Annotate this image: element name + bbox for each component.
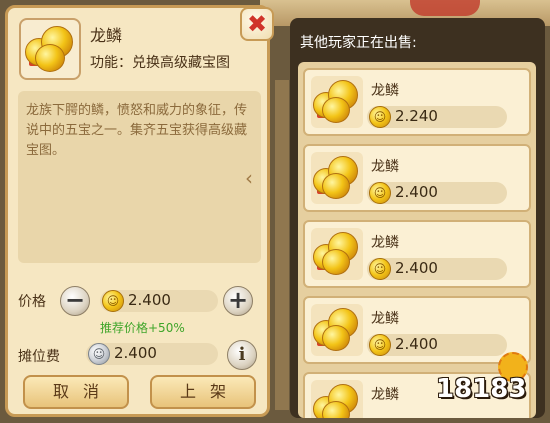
silver-coin-icon: ☺ [88, 343, 110, 365]
recommended-price-hint: 推荐价格+50% [100, 321, 185, 335]
dragon-scale-icon [311, 380, 363, 418]
dragon-scale-icon [25, 26, 75, 72]
dragon-scale-icon [311, 228, 363, 280]
listing-price-field: ☺ 2.400 [367, 182, 507, 204]
dragon-scale-icon [311, 76, 363, 128]
increase-price-button[interactable]: + [223, 286, 253, 316]
market-title: 其他玩家正在出售: [300, 35, 417, 51]
listing-item-name: 龙鳞 [371, 311, 399, 327]
listing-price: 2.400 [395, 183, 438, 201]
price-label: 价格 [18, 294, 46, 310]
listing-item-name: 龙鳞 [371, 235, 399, 251]
listing-price: 2.240 [395, 107, 438, 125]
collapse-arrow-icon[interactable]: ‹ [245, 166, 253, 190]
market-listing[interactable]: 龙鳞 ☺ 2.400 [303, 144, 531, 212]
stall-fee-field: ☺ 2.400 [86, 343, 218, 365]
dragon-scale-icon [311, 152, 363, 204]
close-button[interactable]: ✖ [240, 7, 274, 41]
listing-item-name: 龙鳞 [371, 387, 399, 403]
description-box: 龙族下腭的鳞，愤怒和威力的象征，传说中的五宝之一。集齐五宝获得高级藏宝图。 ‹ [18, 91, 261, 263]
gold-coin-icon: ☺ [369, 258, 391, 280]
item-description: 龙族下腭的鳞，愤怒和威力的象征，传说中的五宝之一。集齐五宝获得高级藏宝图。 [26, 103, 248, 158]
listing-item-name: 龙鳞 [371, 159, 399, 175]
watermark-logo: 18183 [430, 352, 545, 418]
price-value: 2.400 [128, 291, 171, 309]
gold-coin-icon: ☺ [369, 334, 391, 356]
listing-price: 2.400 [395, 335, 438, 353]
scene-decoration [410, 0, 480, 16]
gold-coin-icon: ☺ [369, 106, 391, 128]
decrease-price-button[interactable]: − [60, 286, 90, 316]
item-icon-frame [19, 18, 81, 80]
listing-item-name: 龙鳞 [371, 83, 399, 99]
stall-fee-label: 摊位费 [18, 349, 60, 365]
stall-fee-value: 2.400 [114, 344, 157, 362]
gold-coin-icon: ☺ [369, 182, 391, 204]
dragon-scale-icon [311, 304, 363, 356]
info-button[interactable]: i [227, 340, 257, 370]
listing-price-field: ☺ 2.400 [367, 258, 507, 280]
gold-coin-icon: ☺ [102, 290, 124, 312]
list-for-sale-button[interactable]: 上架 [150, 375, 256, 409]
market-listing[interactable]: 龙鳞 ☺ 2.400 [303, 220, 531, 288]
side-strip [275, 80, 289, 410]
watermark-text: 18183 [436, 374, 527, 404]
item-name: 龙鳞 [90, 26, 123, 45]
item-function: 功能：兑换高级藏宝图 [90, 55, 230, 71]
listing-price: 2.400 [395, 259, 438, 277]
item-detail-panel: 龙鳞 功能：兑换高级藏宝图 龙族下腭的鳞，愤怒和威力的象征，传说中的五宝之一。集… [5, 5, 274, 417]
cancel-button[interactable]: 取消 [23, 375, 129, 409]
market-listing[interactable]: 龙鳞 ☺ 2.240 [303, 68, 531, 136]
listing-price-field: ☺ 2.240 [367, 106, 507, 128]
price-field[interactable]: ☺ 2.400 [100, 290, 218, 312]
